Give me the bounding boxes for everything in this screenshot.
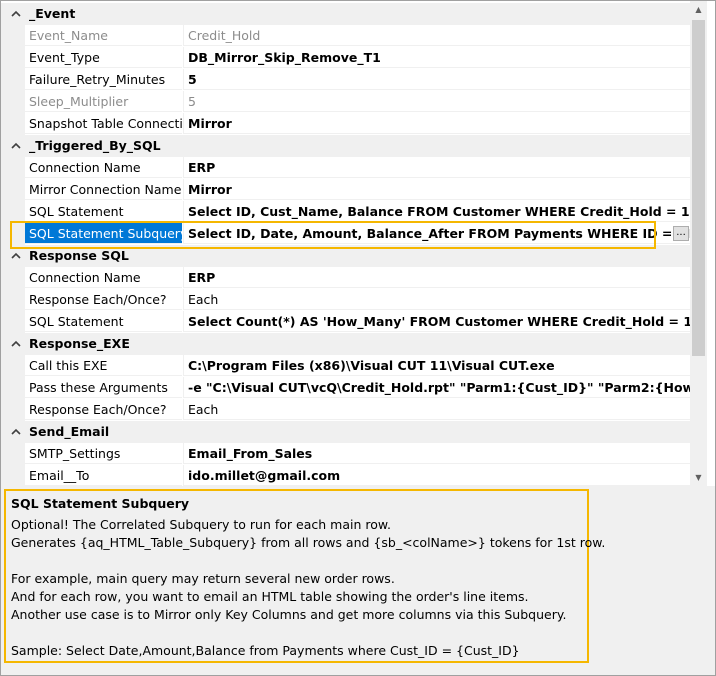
property-name[interactable]: Pass these Arguments: [25, 377, 182, 398]
row-gutter: [1, 377, 25, 399]
property-row[interactable]: Mirror Connection Name Mirror: [1, 179, 690, 201]
property-name[interactable]: Sleep_Multiplier: [25, 91, 182, 112]
property-value[interactable]: Select ID, Cust_Name, Balance FROM Custo…: [183, 201, 690, 222]
category-label: _Triggered_By_SQL: [29, 138, 161, 153]
property-name[interactable]: SQL Statement Subquery: [25, 223, 182, 244]
property-name[interactable]: Event_Type: [25, 47, 182, 68]
property-value[interactable]: Select Count(*) AS 'How_Many' FROM Custo…: [183, 311, 690, 332]
row-gutter: [1, 201, 25, 223]
property-name[interactable]: Event_Name: [25, 25, 182, 46]
property-name[interactable]: SQL Statement: [25, 311, 182, 332]
property-row[interactable]: Email__To ido.millet@gmail.com: [1, 465, 690, 486]
property-name[interactable]: Response Each/Once?: [25, 399, 182, 420]
property-value[interactable]: ido.millet@gmail.com: [183, 465, 690, 486]
help-title: SQL Statement Subquery: [11, 496, 190, 511]
help-highlight-box: SQL Statement Subquery Optional! The Cor…: [4, 489, 605, 663]
property-row[interactable]: SQL Statement Subquery Select ID, Date, A…: [1, 223, 690, 245]
help-text-line: Optional! The Correlated Subquery to run…: [11, 517, 391, 532]
chevron-up-icon[interactable]: [9, 7, 23, 21]
property-value[interactable]: C:\Program Files (x86)\Visual CUT 11\Vis…: [183, 355, 690, 376]
category-label: Response_EXE: [29, 336, 130, 351]
row-gutter: [1, 289, 25, 311]
row-gutter: [1, 179, 25, 201]
row-gutter: [1, 113, 25, 135]
property-row[interactable]: Event_Name Credit_Hold: [1, 25, 690, 47]
property-row[interactable]: Pass these Arguments -e "C:\Visual CUT\vc…: [1, 377, 690, 399]
property-name[interactable]: Snapshot Table Connection: [25, 113, 182, 134]
property-value[interactable]: Mirror: [183, 113, 690, 134]
property-editor-window: _Event Event_Name Credit_Hold Event_Type DB_…: [0, 0, 716, 676]
property-value[interactable]: Each: [183, 289, 690, 310]
property-name[interactable]: SQL Statement: [25, 201, 182, 222]
property-name[interactable]: Response Each/Once?: [25, 289, 182, 310]
property-row[interactable]: Snapshot Table Connection Mirror: [1, 113, 690, 135]
property-name[interactable]: Failure_Retry_Minutes: [25, 69, 182, 90]
property-value[interactable]: ERP: [183, 267, 690, 288]
property-row[interactable]: Event_Type DB_Mirror_Skip_Remove_T1: [1, 47, 690, 69]
row-gutter: [1, 311, 25, 333]
property-name[interactable]: Mirror Connection Name: [25, 179, 182, 200]
property-name[interactable]: Connection Name: [25, 267, 182, 288]
scroll-down-arrow-icon[interactable]: ▼: [690, 469, 707, 486]
property-row[interactable]: Call this EXE C:\Program Files (x86)\Visu…: [1, 355, 690, 377]
property-row[interactable]: Connection Name ERP: [1, 157, 690, 179]
row-gutter: [1, 223, 25, 245]
scroll-up-arrow-icon[interactable]: ▲: [690, 1, 707, 18]
row-gutter: [1, 355, 25, 377]
property-name[interactable]: SMTP_Settings: [25, 443, 182, 464]
row-gutter: [1, 91, 25, 113]
category-header[interactable]: _Triggered_By_SQL: [1, 135, 690, 157]
chevron-up-icon[interactable]: [9, 425, 23, 439]
property-name[interactable]: Email__To: [25, 465, 182, 486]
category-header[interactable]: _Event: [1, 3, 690, 25]
property-value[interactable]: ERP: [183, 157, 690, 178]
category-label: Response SQL: [29, 248, 129, 263]
property-row[interactable]: Connection Name ERP: [1, 267, 690, 289]
vertical-scrollbar[interactable]: ▲ ▼: [690, 1, 707, 486]
row-gutter: [1, 465, 25, 486]
category-header[interactable]: Response SQL: [1, 245, 690, 267]
help-text-line: Generates {aq_HTML_Table_Subquery} from …: [11, 535, 606, 550]
property-value[interactable]: Select ID, Date, Amount, Balance_After F…: [183, 223, 690, 244]
scrollbar-thumb[interactable]: [692, 20, 705, 356]
property-value[interactable]: Each: [183, 399, 690, 420]
help-text-line: Another use case is to Mirror only Key C…: [11, 607, 567, 622]
property-row[interactable]: Failure_Retry_Minutes 5: [1, 69, 690, 91]
property-value[interactable]: 5: [183, 91, 690, 112]
help-panel: SQL Statement Subquery Optional! The Cor…: [1, 489, 715, 675]
help-text-line: For example, main query may return sever…: [11, 571, 395, 586]
property-row[interactable]: Response Each/Once? Each: [1, 289, 690, 311]
property-row[interactable]: SQL Statement Select ID, Cust_Name, Balan…: [1, 201, 690, 223]
category-label: Send_Email: [29, 424, 110, 439]
property-grid: _Event Event_Name Credit_Hold Event_Type DB_…: [1, 1, 690, 486]
property-value[interactable]: DB_Mirror_Skip_Remove_T1: [183, 47, 690, 68]
chevron-up-icon[interactable]: [9, 337, 23, 351]
row-gutter: [1, 443, 25, 465]
row-gutter: [1, 47, 25, 69]
row-gutter: [1, 267, 25, 289]
property-row[interactable]: SMTP_Settings Email_From_Sales: [1, 443, 690, 465]
property-row[interactable]: Response Each/Once? Each: [1, 399, 690, 421]
chevron-up-icon[interactable]: [9, 139, 23, 153]
property-name[interactable]: Call this EXE: [25, 355, 182, 376]
row-gutter: [1, 399, 25, 421]
property-value[interactable]: Email_From_Sales: [183, 443, 690, 464]
row-gutter: [1, 25, 25, 47]
category-header[interactable]: Response_EXE: [1, 333, 690, 355]
property-row[interactable]: SQL Statement Select Count(*) AS 'How_Man…: [1, 311, 690, 333]
chevron-up-icon[interactable]: [9, 249, 23, 263]
property-value[interactable]: 5: [183, 69, 690, 90]
ellipsis-button[interactable]: ...: [673, 226, 689, 241]
category-label: _Event: [29, 6, 76, 21]
category-header[interactable]: Send_Email: [1, 421, 690, 443]
row-gutter: [1, 157, 25, 179]
property-row[interactable]: Sleep_Multiplier 5: [1, 91, 690, 113]
help-text-line: Sample: Select Date,Amount,Balance from …: [11, 643, 520, 658]
help-text-line: And for each row, you want to email an H…: [11, 589, 529, 604]
row-gutter: [1, 69, 25, 91]
property-value[interactable]: -e "C:\Visual CUT\vcQ\Credit_Hold.rpt" "…: [183, 377, 690, 398]
property-value[interactable]: Mirror: [183, 179, 690, 200]
property-name[interactable]: Connection Name: [25, 157, 182, 178]
property-value[interactable]: Credit_Hold: [183, 25, 690, 46]
